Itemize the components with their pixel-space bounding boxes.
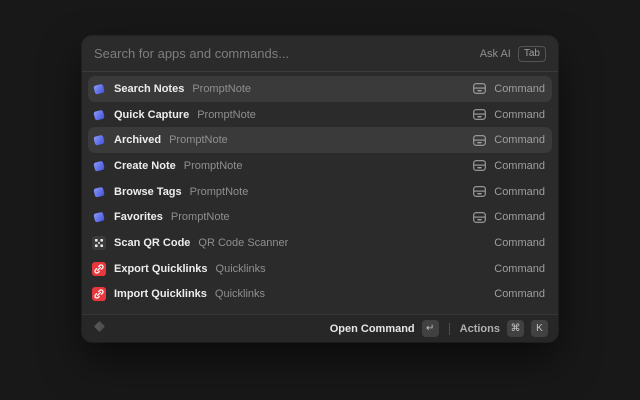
promptnote-icon (92, 159, 106, 173)
ask-ai-label: Ask AI (480, 48, 511, 60)
item-title: Create Note (114, 160, 176, 172)
promptnote-icon (92, 108, 106, 122)
enter-key-badge: ↵ (422, 320, 439, 337)
keyboard-icon (473, 160, 486, 171)
quicklink-icon (92, 287, 106, 301)
footer: Open Command ↵ Actions ⌘ K (82, 314, 558, 342)
item-subtitle: PromptNote (169, 134, 228, 146)
quicklink-icon (92, 262, 106, 276)
raycast-logo-icon[interactable] (92, 319, 107, 339)
item-title: Favorites (114, 211, 163, 223)
footer-divider (449, 323, 450, 335)
list-item[interactable]: Archived PromptNote Command (88, 127, 552, 153)
tab-key-badge: Tab (518, 46, 546, 62)
launcher-window: Ask AI Tab Search Notes PromptNote Comma… (82, 36, 558, 342)
item-title: Archived (114, 134, 161, 146)
keyboard-icon (473, 135, 486, 146)
ask-ai-button[interactable]: Ask AI Tab (480, 46, 546, 62)
item-type-label: Command (494, 134, 545, 146)
item-title: Export Quicklinks (114, 263, 208, 275)
list-item[interactable]: Scan QR Code QR Code Scanner Command (88, 230, 552, 256)
item-type-label: Command (494, 288, 545, 300)
list-item[interactable]: Create Note PromptNote Command (88, 153, 552, 179)
item-title: Search Notes (114, 83, 184, 95)
keyboard-icon (473, 83, 486, 94)
list-item[interactable]: Import Quicklinks Quicklinks Command (88, 282, 552, 308)
open-command-label: Open Command (330, 323, 415, 335)
item-subtitle: PromptNote (184, 160, 243, 172)
item-type-label: Command (494, 186, 545, 198)
search-bar: Ask AI Tab (82, 36, 558, 72)
item-subtitle: PromptNote (190, 186, 249, 198)
item-subtitle: PromptNote (197, 109, 256, 121)
command-list: Search Notes PromptNote Command Quick Ca… (82, 72, 558, 314)
item-subtitle: PromptNote (192, 83, 251, 95)
item-subtitle: Quicklinks (216, 263, 266, 275)
item-type-label: Command (494, 263, 545, 275)
promptnote-icon (92, 210, 106, 224)
item-subtitle: QR Code Scanner (198, 237, 288, 249)
item-title: Scan QR Code (114, 237, 190, 249)
keyboard-icon (473, 109, 486, 120)
list-item[interactable]: Favorites PromptNote Command (88, 204, 552, 230)
item-title: Import Quicklinks (114, 288, 207, 300)
list-item[interactable]: Search Notes PromptNote Command (88, 76, 552, 102)
qr-code-icon (92, 236, 106, 250)
actions-button[interactable]: Actions ⌘ K (460, 320, 548, 337)
promptnote-icon (92, 82, 106, 96)
list-item[interactable]: Browse Tags PromptNote Command (88, 179, 552, 205)
cmd-key-badge: ⌘ (507, 320, 524, 337)
open-command-button[interactable]: Open Command ↵ (330, 320, 439, 337)
keyboard-icon (473, 186, 486, 197)
item-title: Browse Tags (114, 186, 182, 198)
search-input[interactable] (94, 46, 480, 61)
keyboard-icon (473, 212, 486, 223)
item-type-label: Command (494, 211, 545, 223)
item-type-label: Command (494, 237, 545, 249)
promptnote-icon (92, 133, 106, 147)
item-type-label: Command (494, 109, 545, 121)
k-key-badge: K (531, 320, 548, 337)
item-title: Quick Capture (114, 109, 189, 121)
list-item[interactable]: Quick Capture PromptNote Command (88, 102, 552, 128)
item-type-label: Command (494, 83, 545, 95)
list-item[interactable]: Export Quicklinks Quicklinks Command (88, 256, 552, 282)
promptnote-icon (92, 185, 106, 199)
item-type-label: Command (494, 160, 545, 172)
item-subtitle: Quicklinks (215, 288, 265, 300)
actions-label: Actions (460, 323, 500, 335)
item-subtitle: PromptNote (171, 211, 230, 223)
